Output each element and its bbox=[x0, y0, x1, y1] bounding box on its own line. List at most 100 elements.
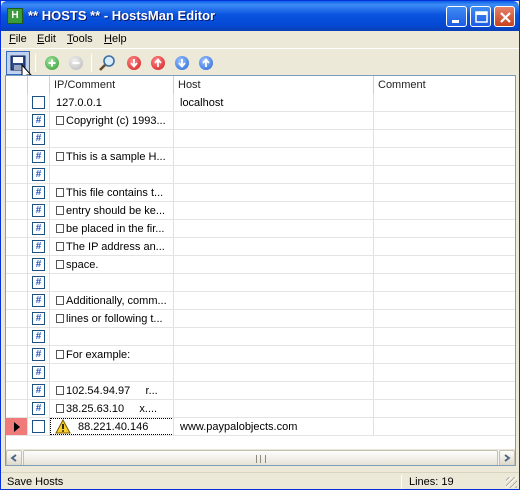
row-toggle-cell[interactable]: # bbox=[28, 148, 50, 166]
comment-cell[interactable] bbox=[374, 184, 515, 202]
ip-cell[interactable]: be placed in the fir... bbox=[50, 220, 174, 238]
row-toggle-cell[interactable]: # bbox=[28, 238, 50, 256]
row-indicator[interactable] bbox=[6, 256, 28, 274]
comment-hash-icon[interactable]: # bbox=[32, 294, 45, 307]
comment-hash-icon[interactable]: # bbox=[32, 222, 45, 235]
host-cell[interactable]: www.paypalobjects.com bbox=[174, 418, 374, 436]
row-indicator[interactable] bbox=[6, 364, 28, 382]
table-row[interactable]: # space. bbox=[6, 256, 515, 274]
comment-hash-icon[interactable]: # bbox=[32, 240, 45, 253]
remove-entry-button[interactable] bbox=[65, 52, 87, 74]
comment-cell[interactable] bbox=[374, 220, 515, 238]
comment-hash-icon[interactable]: # bbox=[32, 330, 45, 343]
row-toggle-cell[interactable]: # bbox=[28, 166, 50, 184]
ip-cell[interactable]: lines or following t... bbox=[50, 310, 174, 328]
row-toggle-cell[interactable]: # bbox=[28, 112, 50, 130]
row-toggle-cell[interactable] bbox=[28, 94, 50, 112]
comment-cell[interactable] bbox=[374, 130, 515, 148]
move-bottom-button[interactable] bbox=[123, 52, 145, 74]
comment-hash-icon[interactable]: # bbox=[32, 150, 45, 163]
ip-cell[interactable]: 38.25.63.10 x.... bbox=[50, 400, 174, 418]
table-row[interactable]: #38.25.63.10 x.... bbox=[6, 400, 515, 418]
row-indicator[interactable] bbox=[6, 94, 28, 112]
header-checkbox[interactable] bbox=[28, 76, 50, 94]
table-row[interactable]: #102.54.94.97 r... bbox=[6, 382, 515, 400]
comment-hash-icon[interactable]: # bbox=[32, 114, 45, 127]
move-up-button[interactable] bbox=[195, 52, 217, 74]
ip-cell[interactable] bbox=[50, 166, 174, 184]
row-toggle-cell[interactable]: # bbox=[28, 364, 50, 382]
host-cell[interactable] bbox=[174, 292, 374, 310]
row-indicator[interactable] bbox=[6, 400, 28, 418]
table-row[interactable]: # Additionally, comm... bbox=[6, 292, 515, 310]
column-header-host[interactable]: Host bbox=[174, 76, 374, 94]
table-row[interactable]: 127.0.0.1 localhost bbox=[6, 94, 515, 112]
comment-hash-icon[interactable]: # bbox=[32, 402, 45, 415]
host-cell[interactable] bbox=[174, 364, 374, 382]
row-indicator[interactable] bbox=[6, 328, 28, 346]
row-indicator[interactable] bbox=[6, 382, 28, 400]
table-row[interactable]: # bbox=[6, 274, 515, 292]
comment-cell[interactable] bbox=[374, 112, 515, 130]
ip-cell[interactable]: Additionally, comm... bbox=[50, 292, 174, 310]
table-row[interactable]: # bbox=[6, 166, 515, 184]
row-indicator[interactable] bbox=[6, 148, 28, 166]
row-toggle-cell[interactable]: # bbox=[28, 328, 50, 346]
table-row[interactable]: # bbox=[6, 328, 515, 346]
row-toggle-cell[interactable]: # bbox=[28, 256, 50, 274]
maximize-button[interactable] bbox=[470, 6, 491, 27]
find-button[interactable] bbox=[97, 52, 119, 74]
comment-hash-icon[interactable]: # bbox=[32, 366, 45, 379]
comment-hash-icon[interactable]: # bbox=[32, 348, 45, 361]
comment-cell[interactable] bbox=[374, 400, 515, 418]
table-row[interactable]: # Copyright (c) 1993... bbox=[6, 112, 515, 130]
column-header-ip[interactable]: IP/Comment bbox=[50, 76, 174, 94]
table-row[interactable]: 88.221.40.146 www.paypalobjects.com bbox=[6, 418, 515, 436]
ip-cell[interactable] bbox=[50, 274, 174, 292]
comment-hash-icon[interactable]: # bbox=[32, 384, 45, 397]
ip-cell[interactable] bbox=[50, 328, 174, 346]
row-indicator[interactable] bbox=[6, 418, 28, 436]
ip-cell[interactable]: Copyright (c) 1993... bbox=[50, 112, 174, 130]
ip-cell[interactable]: 88.221.40.146 bbox=[50, 418, 174, 436]
add-entry-button[interactable] bbox=[41, 52, 63, 74]
comment-hash-icon[interactable]: # bbox=[32, 168, 45, 181]
menu-help[interactable]: Help bbox=[104, 33, 127, 45]
table-row[interactable]: # For example: bbox=[6, 346, 515, 364]
ip-cell[interactable]: This file contains t... bbox=[50, 184, 174, 202]
row-indicator[interactable] bbox=[6, 274, 28, 292]
host-cell[interactable] bbox=[174, 184, 374, 202]
row-indicator[interactable] bbox=[6, 220, 28, 238]
row-indicator[interactable] bbox=[6, 292, 28, 310]
table-row[interactable]: # entry should be ke... bbox=[6, 202, 515, 220]
row-toggle-cell[interactable]: # bbox=[28, 202, 50, 220]
row-toggle-cell[interactable]: # bbox=[28, 292, 50, 310]
row-toggle-cell[interactable]: # bbox=[28, 346, 50, 364]
comment-cell[interactable] bbox=[374, 328, 515, 346]
comment-hash-icon[interactable]: # bbox=[32, 258, 45, 271]
host-cell[interactable] bbox=[174, 328, 374, 346]
table-row[interactable]: # This file contains t... bbox=[6, 184, 515, 202]
ip-cell[interactable] bbox=[50, 130, 174, 148]
row-indicator[interactable] bbox=[6, 310, 28, 328]
host-cell[interactable] bbox=[174, 310, 374, 328]
host-cell[interactable] bbox=[174, 130, 374, 148]
ip-cell[interactable]: 102.54.94.97 r... bbox=[50, 382, 174, 400]
comment-cell[interactable] bbox=[374, 310, 515, 328]
scroll-thumb[interactable] bbox=[23, 450, 498, 465]
row-indicator[interactable] bbox=[6, 346, 28, 364]
comment-cell[interactable] bbox=[374, 346, 515, 364]
host-cell[interactable] bbox=[174, 112, 374, 130]
row-toggle-cell[interactable]: # bbox=[28, 274, 50, 292]
table-row[interactable]: # The IP address an... bbox=[6, 238, 515, 256]
table-row[interactable]: # bbox=[6, 364, 515, 382]
scroll-left-button[interactable] bbox=[6, 450, 22, 465]
host-cell[interactable] bbox=[174, 400, 374, 418]
host-cell[interactable]: localhost bbox=[174, 94, 374, 112]
row-indicator[interactable] bbox=[6, 112, 28, 130]
column-header-comment[interactable]: Comment bbox=[374, 76, 515, 94]
table-row[interactable]: # lines or following t... bbox=[6, 310, 515, 328]
horizontal-scrollbar[interactable] bbox=[6, 449, 515, 465]
comment-cell[interactable] bbox=[374, 382, 515, 400]
table-row[interactable]: # be placed in the fir... bbox=[6, 220, 515, 238]
